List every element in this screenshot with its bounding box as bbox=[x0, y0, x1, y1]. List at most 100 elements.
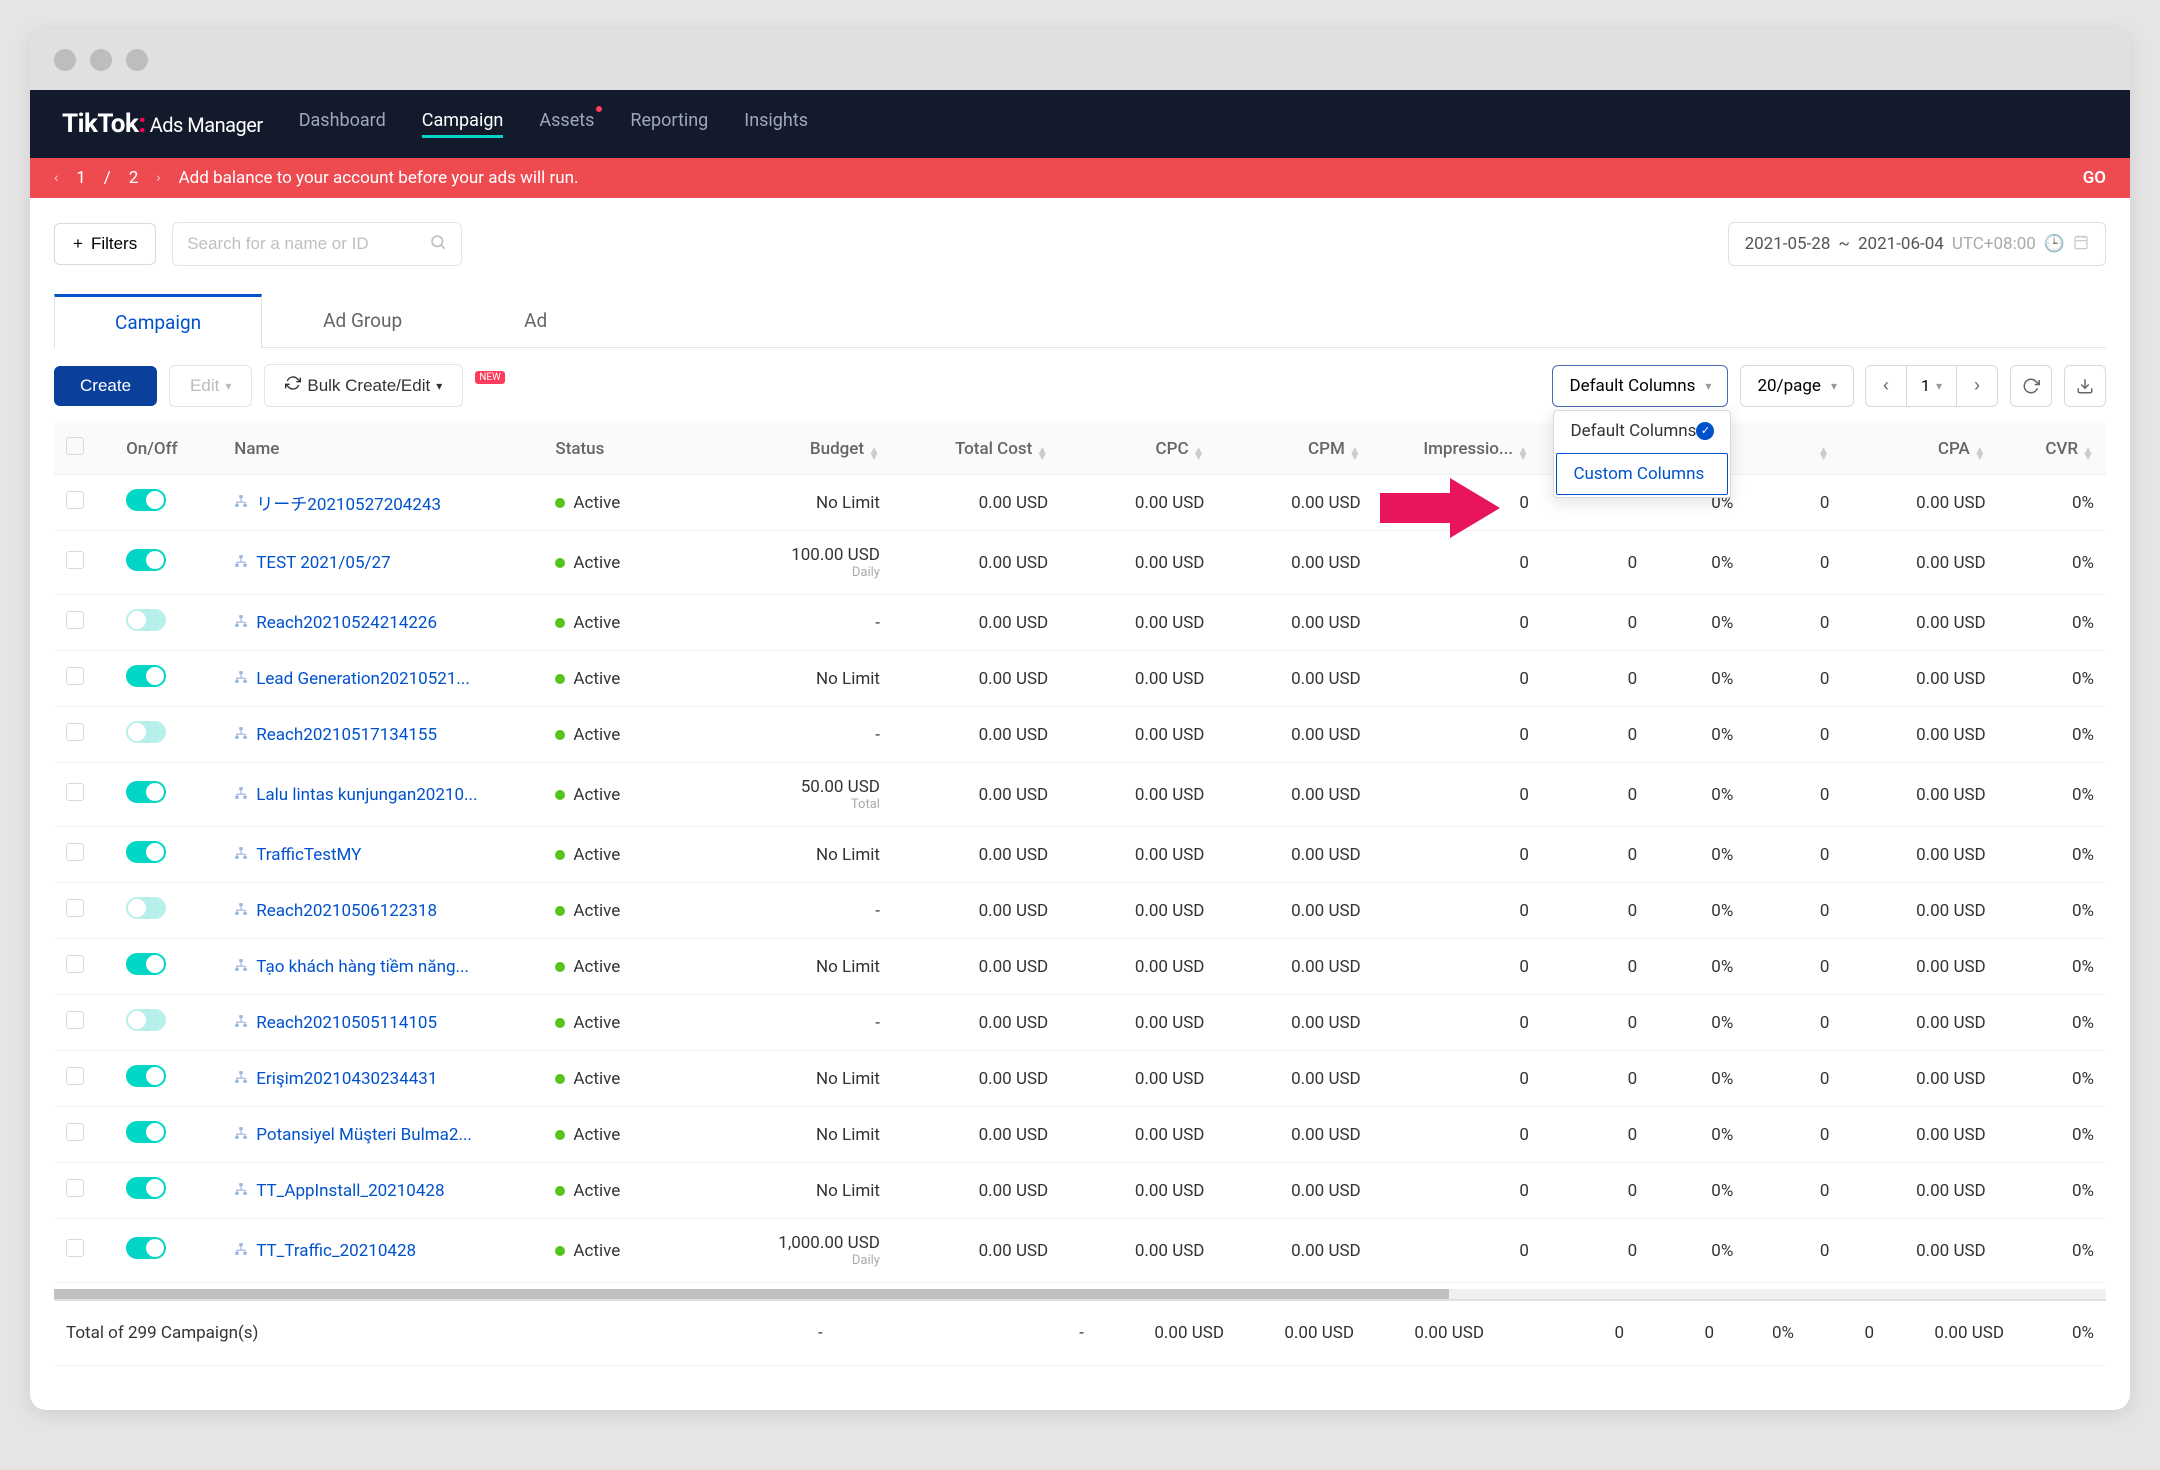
nav-item-assets[interactable]: Assets bbox=[539, 110, 594, 138]
row-checkbox[interactable] bbox=[66, 843, 84, 861]
status-toggle[interactable] bbox=[126, 1121, 166, 1143]
filters-button[interactable]: + Filters bbox=[54, 223, 156, 265]
row-checkbox[interactable] bbox=[66, 551, 84, 569]
status-toggle[interactable] bbox=[126, 781, 166, 803]
col-header[interactable]: CPA▲▼ bbox=[1841, 423, 1997, 475]
table-row: TT_AppInstall_20210428ActiveNo Limit0.00… bbox=[54, 1163, 2106, 1219]
col-header[interactable]: Budget▲▼ bbox=[712, 423, 892, 475]
row-checkbox[interactable] bbox=[66, 1067, 84, 1085]
row-checkbox[interactable] bbox=[66, 491, 84, 509]
traffic-light-close[interactable] bbox=[54, 49, 76, 71]
status-toggle[interactable] bbox=[126, 1177, 166, 1199]
nav-item-reporting[interactable]: Reporting bbox=[630, 110, 708, 138]
row-checkbox[interactable] bbox=[66, 667, 84, 685]
create-button[interactable]: Create bbox=[54, 366, 157, 406]
status-toggle[interactable] bbox=[126, 841, 166, 863]
refresh-button[interactable] bbox=[2010, 365, 2052, 407]
col-header[interactable]: ▲▼ bbox=[1745, 423, 1841, 475]
status-toggle[interactable] bbox=[126, 665, 166, 687]
campaign-link[interactable]: Lalu lintas kunjungan20210... bbox=[234, 785, 477, 805]
status-toggle[interactable] bbox=[126, 721, 166, 743]
alert-go[interactable]: GO bbox=[2083, 168, 2106, 188]
status-toggle[interactable] bbox=[126, 549, 166, 571]
col-header[interactable]: CVR▲▼ bbox=[1998, 423, 2106, 475]
hierarchy-icon bbox=[234, 1014, 248, 1032]
page-size-select[interactable]: 20/page ▾ bbox=[1740, 365, 1854, 407]
horizontal-scrollbar[interactable] bbox=[54, 1289, 2106, 1299]
campaign-link[interactable]: Potansiyel Müşteri Bulma2... bbox=[234, 1125, 472, 1145]
row-checkbox[interactable] bbox=[66, 899, 84, 917]
campaign-link[interactable]: Reach20210517134155 bbox=[234, 725, 437, 745]
campaign-link[interactable]: Reach20210524214226 bbox=[234, 613, 437, 633]
alert-next-icon[interactable]: › bbox=[156, 170, 160, 186]
plus-icon: + bbox=[73, 234, 83, 254]
status-toggle[interactable] bbox=[126, 1065, 166, 1087]
scroll-thumb[interactable] bbox=[54, 1289, 1449, 1299]
columns-select[interactable]: Default Columns ▾ Default Columns ✓ Cust… bbox=[1552, 365, 1728, 407]
alert-prev-icon[interactable]: ‹ bbox=[54, 170, 58, 186]
table-row: Reach20210505114105Active-0.00 USD0.00 U… bbox=[54, 995, 2106, 1051]
nav-item-dashboard[interactable]: Dashboard bbox=[299, 110, 386, 138]
status-dot-icon bbox=[555, 618, 565, 628]
col-header[interactable]: Total Cost▲▼ bbox=[892, 423, 1060, 475]
page-prev-button[interactable]: ‹ bbox=[1865, 365, 1907, 407]
nav-item-campaign[interactable]: Campaign bbox=[422, 110, 504, 138]
page-number[interactable]: 1 ▾ bbox=[1906, 365, 1957, 407]
columns-option-default[interactable]: Default Columns ✓ bbox=[1554, 411, 1730, 451]
traffic-light-max[interactable] bbox=[126, 49, 148, 71]
nav-item-insights[interactable]: Insights bbox=[744, 110, 808, 138]
bulk-create-button[interactable]: Bulk Create/Edit ▾ bbox=[264, 364, 463, 407]
tab-campaign[interactable]: Campaign bbox=[54, 294, 262, 348]
columns-option-custom[interactable]: Custom Columns bbox=[1556, 453, 1728, 495]
row-checkbox[interactable] bbox=[66, 1123, 84, 1141]
traffic-light-min[interactable] bbox=[90, 49, 112, 71]
status-toggle[interactable] bbox=[126, 609, 166, 631]
row-checkbox[interactable] bbox=[66, 783, 84, 801]
campaign-link[interactable]: TrafficTestMY bbox=[234, 845, 361, 865]
col-header[interactable]: CPC▲▼ bbox=[1060, 423, 1216, 475]
table-row: Tạo khách hàng tiềm năng...ActiveNo Limi… bbox=[54, 939, 2106, 995]
export-button[interactable] bbox=[2064, 365, 2106, 407]
row-checkbox[interactable] bbox=[66, 1011, 84, 1029]
col-header[interactable]: Impressio...▲▼ bbox=[1373, 423, 1541, 475]
campaign-link[interactable]: リーチ20210527204243 bbox=[234, 490, 441, 515]
col-header[interactable]: CPM▲▼ bbox=[1216, 423, 1372, 475]
status-toggle[interactable] bbox=[126, 953, 166, 975]
edit-button[interactable]: Edit ▾ bbox=[169, 365, 252, 407]
row-checkbox[interactable] bbox=[66, 1239, 84, 1257]
campaign-link[interactable]: TT_Traffic_20210428 bbox=[234, 1241, 416, 1261]
hierarchy-icon bbox=[234, 614, 248, 632]
status-dot-icon bbox=[555, 790, 565, 800]
campaign-link[interactable]: TEST 2021/05/27 bbox=[234, 553, 390, 573]
sort-icon: ▲▼ bbox=[1193, 447, 1205, 459]
brand-sub: Ads Manager bbox=[150, 113, 263, 137]
row-checkbox[interactable] bbox=[66, 955, 84, 973]
status-toggle[interactable] bbox=[126, 897, 166, 919]
status-toggle[interactable] bbox=[126, 489, 166, 511]
tab-ad[interactable]: Ad bbox=[463, 294, 608, 347]
option-label: Custom Columns bbox=[1573, 464, 1704, 484]
status-toggle[interactable] bbox=[126, 1009, 166, 1031]
campaign-link[interactable]: Erişim20210430234431 bbox=[234, 1069, 437, 1089]
columns-label: Default Columns bbox=[1569, 376, 1695, 396]
page-next-button[interactable]: › bbox=[1956, 365, 1998, 407]
campaign-link[interactable]: TT_AppInstall_20210428 bbox=[234, 1181, 444, 1201]
search-input[interactable] bbox=[187, 234, 429, 254]
row-checkbox[interactable] bbox=[66, 723, 84, 741]
campaign-link[interactable]: Tạo khách hàng tiềm năng... bbox=[234, 957, 469, 977]
sort-icon: ▲▼ bbox=[868, 447, 880, 459]
row-checkbox[interactable] bbox=[66, 1179, 84, 1197]
date-range-picker[interactable]: 2021-05-28 ~ 2021-06-04 UTC+08:00 🕒 bbox=[1728, 222, 2106, 266]
status-dot-icon bbox=[555, 674, 565, 684]
alert-banner: ‹ 1 / 2 › Add balance to your account be… bbox=[30, 158, 2130, 198]
status-toggle[interactable] bbox=[126, 1237, 166, 1259]
check-icon: ✓ bbox=[1696, 422, 1714, 440]
campaign-link[interactable]: Lead Generation20210521... bbox=[234, 669, 470, 689]
campaign-link[interactable]: Reach20210506122318 bbox=[234, 901, 437, 921]
hierarchy-icon bbox=[234, 670, 248, 688]
select-all-checkbox[interactable] bbox=[66, 437, 84, 455]
search-input-wrapper[interactable] bbox=[172, 222, 462, 266]
tab-ad-group[interactable]: Ad Group bbox=[262, 294, 463, 347]
campaign-link[interactable]: Reach20210505114105 bbox=[234, 1013, 437, 1033]
row-checkbox[interactable] bbox=[66, 611, 84, 629]
